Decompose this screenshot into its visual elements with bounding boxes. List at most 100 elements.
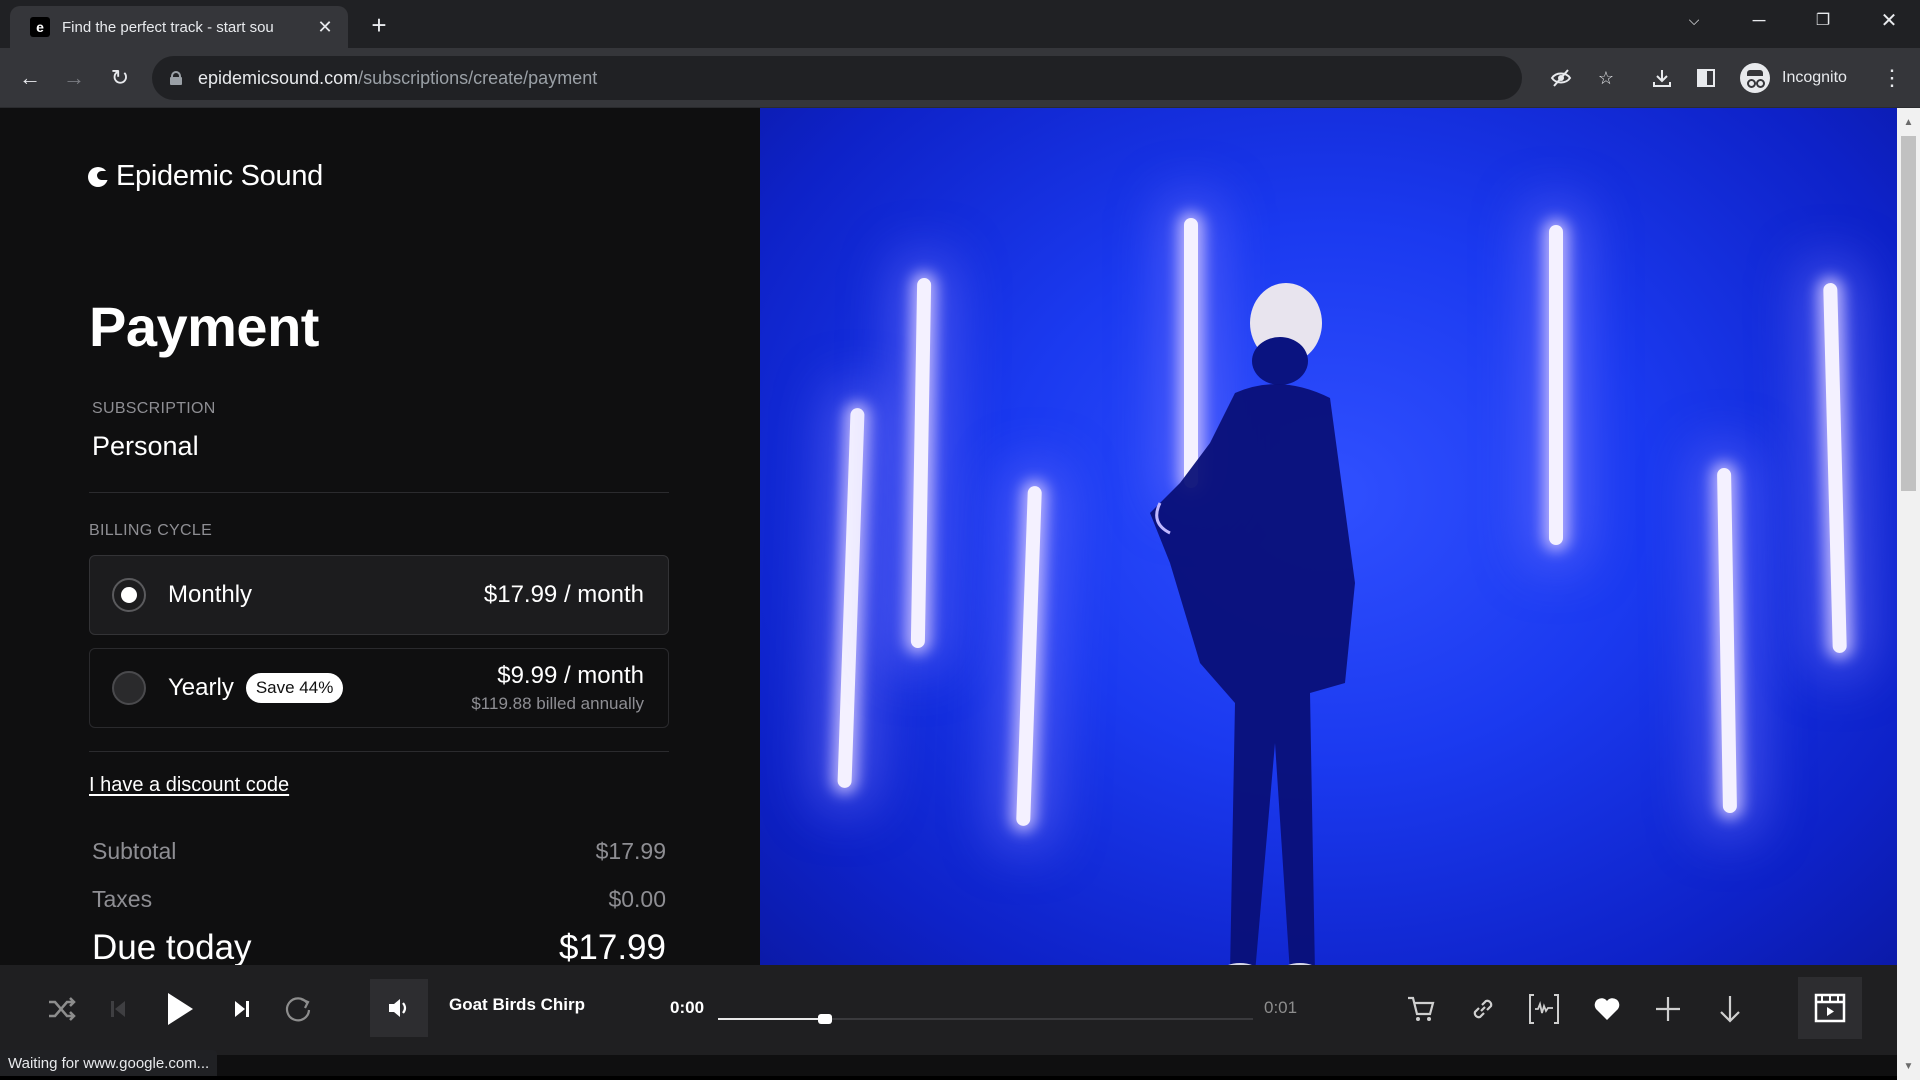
- monthly-label: Monthly: [168, 581, 253, 608]
- window-bottom-edge: [0, 1076, 1897, 1080]
- yearly-price: $9.99 / month: [497, 662, 644, 689]
- favorite-button[interactable]: [1585, 987, 1629, 1031]
- performer-silhouette: [1150, 283, 1355, 965]
- billing-option-yearly[interactable]: Yearly Save 44% $9.99 / month $119.88 bi…: [89, 648, 669, 728]
- browser-toolbar: ← → ↻ epidemicsound.com/subscriptions/cr…: [0, 48, 1920, 108]
- billing-option-monthly[interactable]: Monthly $17.99 / month: [89, 555, 669, 635]
- next-icon: [235, 1001, 249, 1017]
- divider: [89, 492, 669, 493]
- seek-progress: [718, 1018, 825, 1020]
- subtotal-row: Subtotal $17.99: [92, 838, 666, 865]
- forward-button[interactable]: →: [58, 62, 90, 94]
- next-button[interactable]: [220, 987, 264, 1031]
- due-today-label: Due today: [92, 928, 252, 965]
- tracking-protection-eye-off-icon[interactable]: [1549, 66, 1573, 90]
- plus-icon: [1656, 997, 1680, 1021]
- profile-label: Incognito: [1782, 69, 1847, 86]
- yearly-label: Yearly: [168, 674, 234, 701]
- volume-icon: [389, 999, 407, 1017]
- new-tab-button[interactable]: +: [364, 10, 394, 40]
- add-to-playlist-button[interactable]: [1646, 987, 1690, 1031]
- shuffle-button[interactable]: [40, 987, 84, 1031]
- browser-menu-icon[interactable]: ⋮: [1876, 62, 1908, 94]
- epidemic-sound-logo-icon: [88, 166, 109, 188]
- yearly-radio[interactable]: [112, 671, 146, 705]
- audio-player-bar: Goat Birds Chirp 0:00 0:01: [0, 965, 1897, 1055]
- due-today-value: $17.99: [558, 928, 666, 965]
- side-panel-icon[interactable]: [1690, 62, 1722, 94]
- tab-title: Find the perfect track - start sou: [62, 18, 274, 36]
- tab-search-chevron-icon[interactable]: ⌵: [1671, 0, 1717, 40]
- divider: [89, 751, 669, 752]
- duration-time: 0:01: [1264, 998, 1298, 1017]
- reload-button[interactable]: ↻: [104, 62, 136, 94]
- browser-tab-strip: e Find the perfect track - start sou ✕ +…: [0, 0, 1920, 48]
- elapsed-time: 0:00: [670, 998, 705, 1017]
- repeat-icon: [285, 997, 311, 1022]
- subtotal-value: $17.99: [595, 838, 666, 864]
- shuffle-icon: [49, 997, 76, 1021]
- yearly-billed-note: $119.88 billed annually: [471, 694, 644, 713]
- taxes-row: Taxes $0.00: [92, 886, 666, 913]
- link-icon: [1473, 999, 1493, 1019]
- discount-code-link[interactable]: I have a discount code: [89, 774, 289, 797]
- lock-icon[interactable]: [170, 71, 182, 85]
- address-bar[interactable]: epidemicsound.com/subscriptions/create/p…: [152, 56, 1614, 100]
- arrow-down-icon: [1720, 996, 1740, 1023]
- page-content: Epidemic Sound Payment SUBSCRIPTION Pers…: [0, 108, 1897, 965]
- taxes-value: $0.00: [608, 886, 666, 912]
- close-window-button[interactable]: ✕: [1866, 0, 1912, 40]
- light-tube: [1016, 485, 1042, 827]
- minimize-button[interactable]: ─: [1736, 0, 1782, 40]
- browser-tab[interactable]: e Find the perfect track - start sou ✕: [10, 6, 348, 48]
- back-button[interactable]: ←: [14, 62, 46, 94]
- heart-icon: [1594, 998, 1620, 1020]
- tab-close-icon[interactable]: ✕: [314, 16, 336, 38]
- url-path: /subscriptions/create/payment: [358, 67, 598, 88]
- track-title[interactable]: Goat Birds Chirp: [449, 995, 585, 1015]
- cart-button[interactable]: [1399, 987, 1443, 1031]
- brand-name: Epidemic Sound: [116, 160, 323, 192]
- cart-icon: [1408, 996, 1435, 1021]
- subscription-label: SUBSCRIPTION: [92, 400, 216, 417]
- seek-bar[interactable]: [718, 1014, 1253, 1024]
- due-today-row: Due today $17.99: [92, 928, 666, 965]
- savings-badge: Save 44%: [245, 673, 344, 703]
- repeat-button[interactable]: [276, 987, 320, 1031]
- light-tube: [1823, 282, 1847, 654]
- volume-button[interactable]: [370, 979, 428, 1037]
- light-tube: [837, 407, 865, 789]
- stems-button[interactable]: [1522, 987, 1566, 1031]
- brand-logo[interactable]: Epidemic Sound: [88, 160, 323, 193]
- url-host: epidemicsound.com: [198, 67, 359, 88]
- hero-image: [760, 108, 1897, 965]
- clapperboard-icon: [1814, 993, 1846, 1023]
- seek-handle[interactable]: [818, 1014, 832, 1024]
- page-title: Payment: [89, 295, 319, 358]
- incognito-profile-button[interactable]: Incognito: [1736, 58, 1861, 98]
- monthly-radio[interactable]: [112, 578, 146, 612]
- monthly-price: $17.99 / month: [483, 581, 644, 608]
- previous-button[interactable]: [96, 987, 140, 1031]
- taxes-label: Taxes: [92, 886, 153, 912]
- subtotal-label: Subtotal: [92, 838, 177, 864]
- download-icon[interactable]: [1646, 62, 1678, 94]
- light-tube: [1716, 467, 1738, 814]
- browser-status-bar: Waiting for www.google.com...: [0, 1050, 218, 1076]
- previous-icon: [111, 1001, 125, 1017]
- video-preview-button[interactable]: [1798, 977, 1862, 1039]
- scroll-down-arrow-icon[interactable]: ▼: [1897, 1056, 1920, 1076]
- page-scrollbar[interactable]: ▲ ▼: [1897, 108, 1920, 1080]
- restore-button[interactable]: ❐: [1800, 0, 1846, 40]
- subscription-value: Personal: [92, 431, 199, 461]
- download-track-button[interactable]: [1708, 987, 1752, 1031]
- payment-panel: Epidemic Sound Payment SUBSCRIPTION Pers…: [0, 108, 760, 965]
- copy-link-button[interactable]: [1461, 987, 1505, 1031]
- scroll-up-arrow-icon[interactable]: ▲: [1897, 112, 1920, 132]
- incognito-icon: [1740, 63, 1770, 93]
- waveform-icon: [1529, 994, 1559, 1024]
- scrollbar-thumb[interactable]: [1901, 136, 1916, 491]
- bookmark-star-icon[interactable]: ☆: [1594, 66, 1618, 90]
- play-button[interactable]: [158, 987, 202, 1031]
- light-tube: [910, 277, 932, 649]
